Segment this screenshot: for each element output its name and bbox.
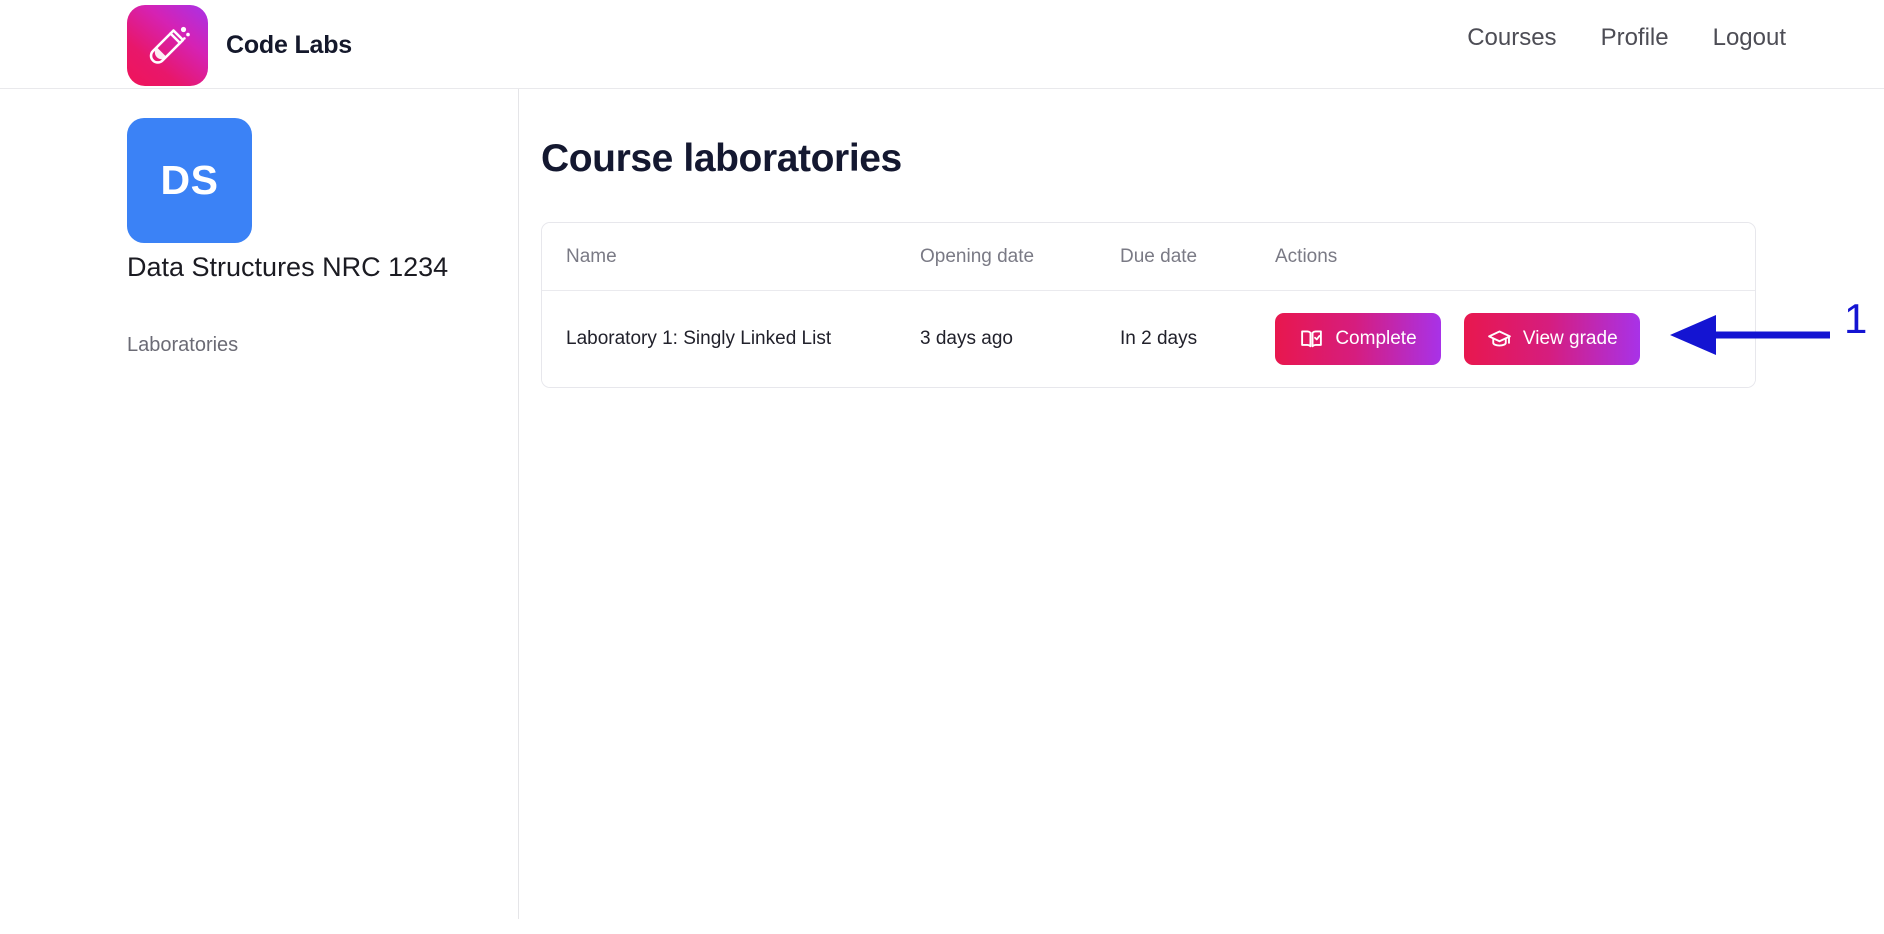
graduation-cap-icon (1488, 330, 1511, 346)
column-header-due-date: Due date (1120, 223, 1275, 291)
laboratories-table: Name Opening date Due date Actions Labor… (542, 223, 1755, 387)
nav-link-profile[interactable]: Profile (1601, 24, 1669, 52)
book-check-icon (1301, 329, 1323, 347)
complete-button[interactable]: Complete (1275, 313, 1441, 365)
column-header-actions: Actions (1275, 223, 1755, 291)
cell-opening-date: 3 days ago (920, 290, 1120, 387)
table-row: Laboratory 1: Singly Linked List 3 days … (542, 290, 1755, 387)
page-title: Course laboratories (541, 137, 902, 180)
table-head: Name Opening date Due date Actions (542, 223, 1755, 291)
cell-actions: Complete View grade (1275, 290, 1755, 387)
complete-button-label: Complete (1335, 328, 1417, 349)
sidebar-item-laboratories[interactable]: Laboratories (127, 334, 238, 357)
page-root: Code Labs Courses Profile Logout DS Data… (0, 0, 1884, 934)
cell-due-date: In 2 days (1120, 290, 1275, 387)
brand[interactable]: Code Labs (127, 5, 352, 86)
table-body: Laboratory 1: Singly Linked List 3 days … (542, 290, 1755, 387)
cell-lab-name: Laboratory 1: Singly Linked List (542, 290, 920, 387)
top-navigation: Courses Profile Logout (1467, 24, 1884, 52)
course-title: Data Structures NRC 1234 (127, 252, 449, 282)
sidebar: DS Data Structures NRC 1234 Laboratories (0, 89, 519, 919)
app-logo (127, 5, 208, 86)
view-grade-button[interactable]: View grade (1464, 313, 1641, 365)
column-header-opening-date: Opening date (920, 223, 1120, 291)
main-content: Course laboratories Name Opening date Du… (519, 89, 1884, 934)
nav-link-logout[interactable]: Logout (1713, 24, 1786, 52)
view-grade-button-label: View grade (1522, 328, 1618, 349)
course-avatar: DS (127, 118, 252, 243)
nav-link-courses[interactable]: Courses (1467, 24, 1556, 52)
brand-name: Code Labs (226, 31, 352, 59)
course-avatar-initials: DS (160, 157, 219, 203)
sidebar-navigation: Laboratories (127, 334, 238, 357)
column-header-name: Name (542, 223, 920, 291)
test-tube-icon (149, 26, 190, 64)
top-header: Code Labs Courses Profile Logout (0, 0, 1884, 89)
laboratories-table-card: Name Opening date Due date Actions Labor… (541, 222, 1756, 388)
table-header-row: Name Opening date Due date Actions (542, 223, 1755, 291)
